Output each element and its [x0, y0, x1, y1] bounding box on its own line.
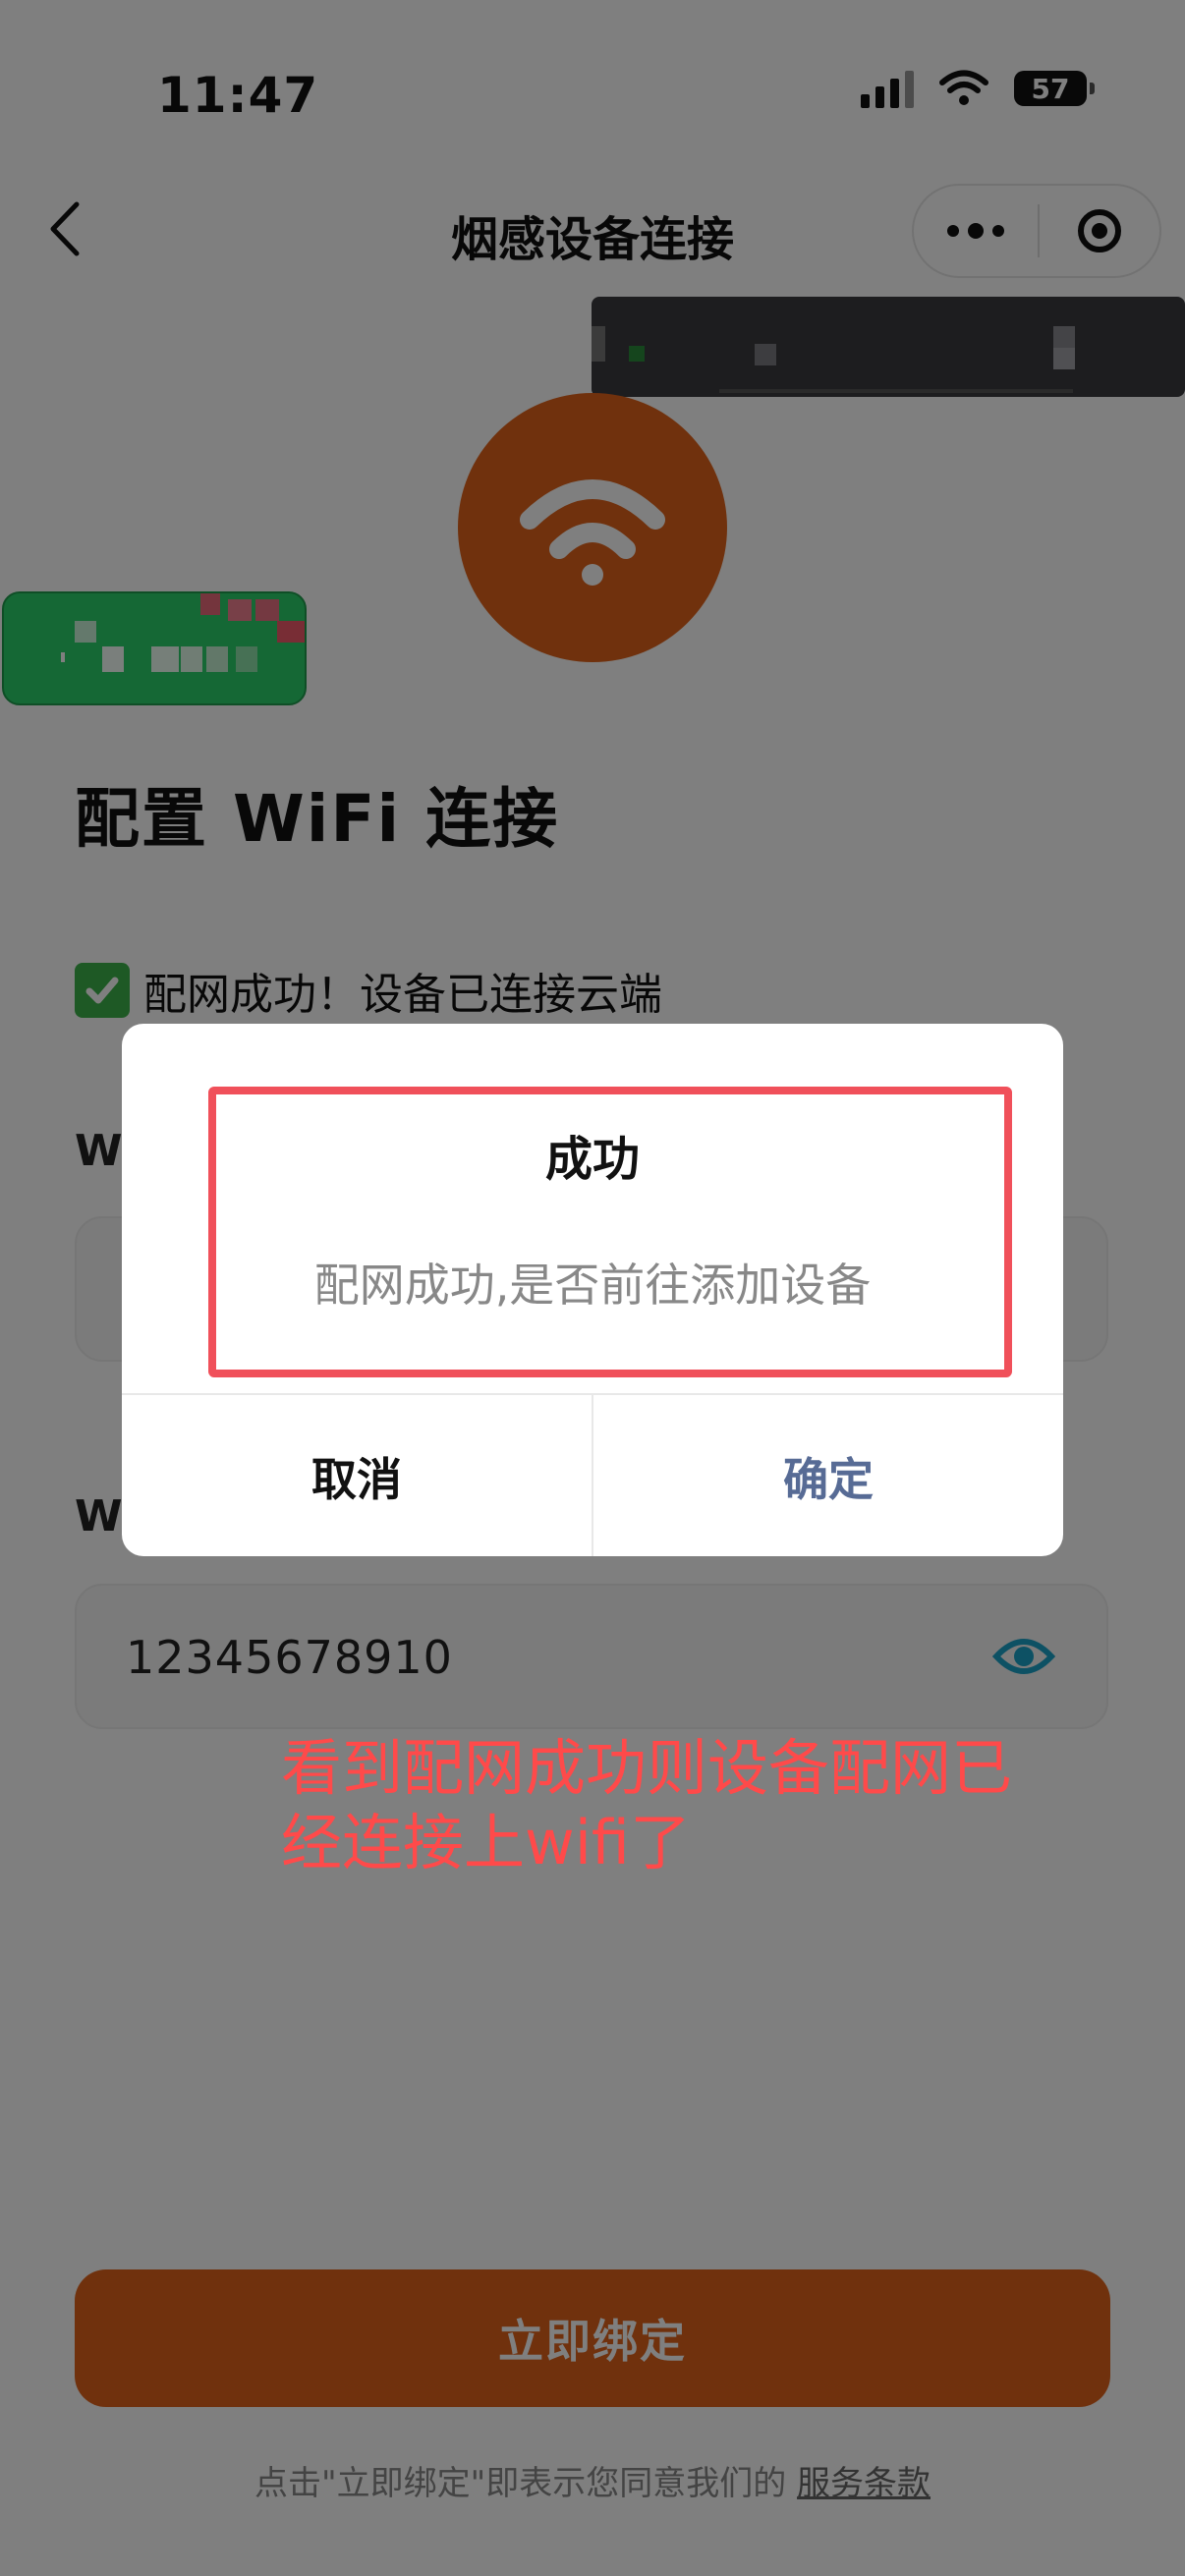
highlight-box [208, 1087, 1012, 1377]
annotation-text: 看到配网成功则设备配网已经连接上wifi了 [281, 1732, 1013, 1878]
dialog-footer: 取消 确定 [122, 1393, 1063, 1556]
confirm-button[interactable]: 确定 [593, 1395, 1063, 1556]
cancel-button[interactable]: 取消 [122, 1395, 593, 1556]
